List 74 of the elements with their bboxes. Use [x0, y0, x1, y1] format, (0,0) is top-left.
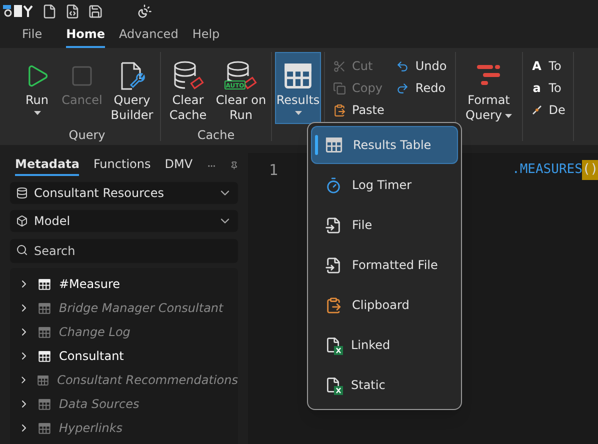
file-arrow-icon	[325, 216, 342, 234]
timer-icon	[325, 176, 342, 194]
letter-icon: A	[530, 57, 543, 75]
bracket-highlight: ()	[582, 160, 598, 180]
tree-item[interactable]: Bridge Manager Consultant	[10, 296, 238, 320]
table-icon	[38, 326, 51, 338]
group-label: Cache	[197, 127, 235, 144]
clipboard-icon	[333, 104, 346, 116]
undo-button[interactable]: Undo	[396, 57, 447, 75]
ribbon-tab[interactable]: Help	[192, 25, 220, 48]
paste-button[interactable]: Paste	[333, 101, 384, 119]
panel-tab[interactable]: Metadata	[15, 155, 80, 176]
query-builder-button[interactable]: Query Builder	[107, 52, 157, 124]
menu-item[interactable]: Log Timer	[311, 166, 458, 204]
undo-icon	[396, 60, 410, 72]
cube-icon	[16, 215, 28, 227]
file-arrow-icon	[325, 256, 342, 274]
results-button[interactable]: Results	[275, 52, 321, 124]
run-button[interactable]: Run	[17, 52, 57, 124]
tree-item[interactable]: Hyperlinks	[10, 416, 238, 440]
table-icon	[325, 136, 343, 154]
table-icon	[38, 350, 51, 362]
table-icon	[38, 398, 51, 410]
tree-item[interactable]: Change Log	[10, 320, 238, 344]
panel-tab[interactable]: Functions	[93, 155, 151, 176]
app-logo	[2, 3, 34, 19]
caret-icon	[294, 111, 302, 115]
menu-item[interactable]: Clipboard	[311, 286, 458, 324]
copy-icon	[333, 82, 346, 94]
debug-button[interactable]: De	[530, 101, 566, 119]
table-icon	[38, 278, 51, 290]
tree-item[interactable]: Consultant	[10, 344, 238, 368]
menu-item[interactable]: Linked	[311, 326, 458, 364]
text-style-button[interactable]: a To	[530, 79, 566, 97]
database-dropdown[interactable]: Consultant Resources	[10, 182, 238, 204]
text-style-button[interactable]: A To	[530, 57, 566, 75]
menu-item[interactable]: File	[311, 206, 458, 244]
line-number: 1	[268, 160, 278, 181]
group-label: Query	[68, 127, 106, 144]
scissors-icon	[333, 60, 346, 72]
search-field[interactable]: Search	[10, 239, 238, 263]
ribbon-tab[interactable]: File	[22, 25, 42, 48]
model-dropdown[interactable]: Model	[10, 210, 238, 232]
tree-item[interactable]: Data Sources	[10, 392, 238, 416]
pin-icon[interactable]	[230, 160, 238, 171]
menu-item[interactable]: Results Table	[311, 126, 458, 164]
table-icon	[38, 422, 51, 434]
ribbon-tab[interactable]: Advanced	[119, 25, 178, 48]
save-icon[interactable]	[88, 4, 103, 18]
tree-item[interactable]: #Measure	[10, 272, 238, 296]
caret-icon	[34, 111, 40, 115]
redo-icon	[396, 82, 410, 94]
letter-icon: a	[530, 79, 543, 97]
clear-cache-button[interactable]: Clear Cache	[164, 52, 212, 124]
new-file-icon[interactable]	[42, 4, 57, 18]
database-icon	[16, 187, 28, 199]
tree-item[interactable]: Consultant Recommendations	[10, 368, 238, 392]
spreadsheet-file-icon	[325, 377, 341, 393]
table-icon	[37, 374, 50, 386]
search-icon	[16, 244, 28, 256]
stop-icon	[70, 64, 94, 88]
spreadsheet-file-icon	[325, 337, 341, 353]
menu-item[interactable]: Formatted File	[311, 246, 458, 284]
file-code-icon[interactable]	[65, 4, 80, 18]
caret-icon	[504, 114, 512, 118]
redo-button[interactable]: Redo	[396, 79, 447, 97]
table-icon	[38, 302, 51, 314]
code-text: .MEASURES	[512, 161, 582, 180]
table-icon	[283, 61, 313, 91]
format-query-button[interactable]: Format Query	[458, 52, 519, 124]
panel-tab[interactable]: DMV	[164, 155, 193, 176]
clipboard-arrow-icon	[325, 296, 342, 314]
theme-icon[interactable]	[137, 4, 152, 18]
menu-item[interactable]: Static	[311, 366, 458, 404]
